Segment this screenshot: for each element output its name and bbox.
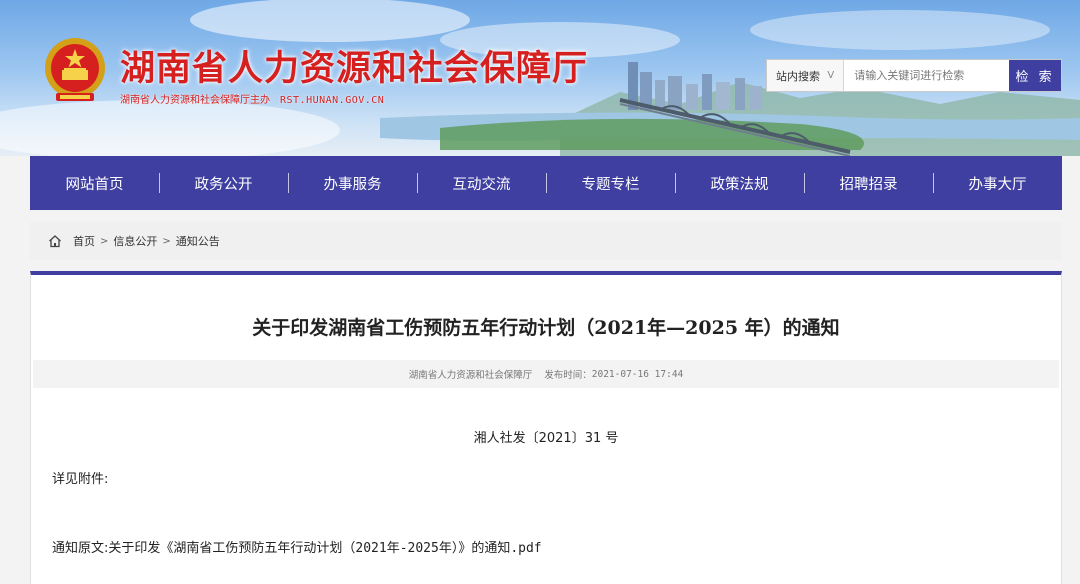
national-emblem-icon <box>45 38 105 101</box>
breadcrumb-separator: > <box>162 235 171 247</box>
publish-time: 2021-07-16 17:44 <box>591 368 684 380</box>
nav-item-home[interactable]: 网站首页 <box>30 156 159 210</box>
nav-item-government-affairs[interactable]: 政务公开 <box>159 156 288 210</box>
breadcrumb-item-info-disclosure[interactable]: 信息公开 <box>113 233 157 249</box>
search-scope-label: 站内搜索 <box>776 69 820 83</box>
chevron-down-icon: V <box>827 70 835 81</box>
article-meta: 湖南省人力资源和社会保障厅 发布时间： 2021-07-16 17:44 <box>33 360 1059 388</box>
attachment-prefix: 通知原文: <box>52 541 109 556</box>
breadcrumb: 首页 > 信息公开 > 通知公告 <box>30 222 1062 260</box>
attachment-line: 通知原文:关于印发《湖南省工伤预防五年行动计划（2021年-2025年）》的通知… <box>52 537 542 556</box>
document-number: 湘人社发〔2021〕31 号 <box>473 431 619 446</box>
breadcrumb-separator: > <box>100 235 109 247</box>
search-box: 站内搜索 V 检 索 <box>766 59 1062 92</box>
nav-item-recruitment[interactable]: 招聘招录 <box>804 156 933 210</box>
nav-item-policies[interactable]: 政策法规 <box>675 156 804 210</box>
breadcrumb-item-notices[interactable]: 通知公告 <box>176 233 220 249</box>
sponsor-text: 湖南省人力资源和社会保障厅主办 <box>120 95 270 106</box>
publish-time-label: 发布时间： <box>544 370 592 381</box>
search-input[interactable] <box>844 60 1010 91</box>
header-banner: 湖南省人力资源和社会保障厅 湖南省人力资源和社会保障厅主办 RST.HUNAN.G… <box>0 0 1080 156</box>
nav-item-interaction[interactable]: 互动交流 <box>417 156 546 210</box>
nav-item-service-hall[interactable]: 办事大厅 <box>933 156 1062 210</box>
article-publisher: 湖南省人力资源和社会保障厅 <box>408 370 533 381</box>
article-panel: 关于印发湖南省工伤预防五年行动计划（2021年—2025 年）的通知 湖南省人力… <box>30 271 1062 584</box>
breadcrumb-item-home[interactable]: 首页 <box>73 233 95 249</box>
nav-item-services[interactable]: 办事服务 <box>288 156 417 210</box>
article-title: 关于印发湖南省工伤预防五年行动计划（2021年—2025 年）的通知 <box>252 317 840 339</box>
search-button[interactable]: 检 索 <box>1009 60 1061 91</box>
site-title: 湖南省人力资源和社会保障厅 <box>120 48 589 89</box>
search-scope-select[interactable]: 站内搜索 V <box>767 60 845 91</box>
site-domain: RST.HUNAN.GOV.CN <box>280 95 385 106</box>
nav-item-special-topics[interactable]: 专题专栏 <box>546 156 675 210</box>
site-subtitle: 湖南省人力资源和社会保障厅主办 RST.HUNAN.GOV.CN <box>120 91 384 106</box>
main-nav: 网站首页 政务公开 办事服务 互动交流 专题专栏 政策法规 招聘招录 办事大厅 <box>30 156 1062 210</box>
home-icon[interactable] <box>48 234 62 248</box>
article-intro: 详见附件: <box>52 472 109 487</box>
attachment-link[interactable]: 关于印发《湖南省工伤预防五年行动计划（2021年-2025年）》的通知.pdf <box>108 541 541 556</box>
